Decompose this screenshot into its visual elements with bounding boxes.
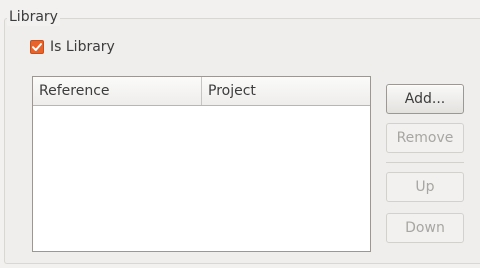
is-library-label: Is Library bbox=[50, 39, 115, 55]
is-library-checkbox-row[interactable]: Is Library bbox=[30, 38, 115, 56]
up-button[interactable]: Up bbox=[386, 172, 464, 202]
down-button[interactable]: Down bbox=[386, 213, 464, 243]
table-header: Reference Project bbox=[33, 77, 370, 106]
checkmark-icon bbox=[32, 43, 42, 51]
column-header-project[interactable]: Project bbox=[202, 77, 370, 105]
remove-button[interactable]: Remove bbox=[386, 123, 464, 153]
group-title: Library bbox=[7, 8, 60, 26]
button-separator bbox=[386, 162, 464, 163]
column-header-reference[interactable]: Reference bbox=[33, 77, 202, 105]
library-references-table[interactable]: Reference Project bbox=[32, 76, 371, 252]
is-library-checkbox[interactable] bbox=[30, 40, 44, 54]
add-button[interactable]: Add... bbox=[386, 84, 464, 114]
library-panel: Library Is Library Reference Project Add… bbox=[0, 0, 480, 268]
